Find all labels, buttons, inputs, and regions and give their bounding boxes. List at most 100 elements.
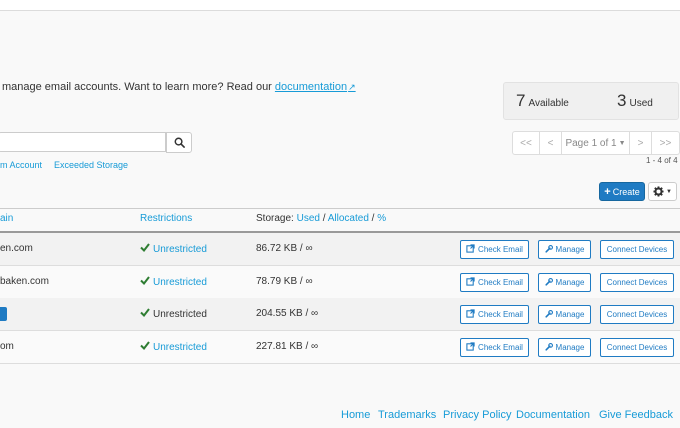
search-icon: [174, 137, 185, 148]
connect-devices-label: Connect Devices: [606, 343, 668, 352]
sort-storage-used[interactable]: Used: [297, 213, 320, 224]
storage-usage: 204.55 KB / ∞: [256, 308, 319, 319]
restriction-text: Unrestricted: [153, 308, 207, 320]
next-page-button[interactable]: >: [630, 132, 652, 154]
caret-down-icon: ▼: [618, 139, 626, 147]
check-icon: [140, 308, 150, 320]
storage-header-label: Storage:: [256, 213, 294, 224]
manage-button[interactable]: Manage: [538, 338, 591, 357]
restriction-status: Unrestricted: [140, 341, 207, 353]
check-email-button[interactable]: Check Email: [460, 338, 529, 357]
plus-icon: +: [604, 185, 611, 198]
check-email-label: Check Email: [478, 310, 523, 319]
available-count: 7: [516, 91, 526, 110]
manage-label: Manage: [555, 278, 585, 287]
check-icon: [140, 341, 150, 353]
first-page-button[interactable]: <<: [513, 132, 540, 154]
check-email-button[interactable]: Check Email: [460, 273, 529, 292]
intro-sentence: manage email accounts. Want to learn mor…: [2, 81, 272, 93]
filter-link-account[interactable]: m Account: [0, 160, 42, 170]
sort-storage-allocated[interactable]: Allocated: [328, 213, 369, 224]
last-page-button[interactable]: >>: [652, 132, 679, 154]
connect-devices-button[interactable]: Connect Devices: [600, 305, 674, 324]
intro-text: manage email accounts. Want to learn mor…: [2, 81, 356, 93]
restriction-link[interactable]: Unrestricted: [153, 342, 207, 353]
account-stats-panel: 7 Available 3 Used: [503, 82, 679, 120]
account-domain: en.com: [0, 243, 33, 254]
check-email-label: Check Email: [478, 245, 523, 254]
table-row: baken.com Unrestricted 78.79 KB / ∞ Chec…: [0, 266, 680, 299]
default-account-badge: [0, 307, 7, 321]
caret-down-icon: ▼: [666, 188, 672, 195]
footer-link-privacy-policy[interactable]: Privacy Policy: [443, 409, 511, 421]
external-link-icon: [466, 277, 475, 288]
used-label: Used: [629, 98, 653, 109]
connect-devices-label: Connect Devices: [606, 245, 668, 254]
account-domain: baken.com: [0, 276, 49, 287]
search-button[interactable]: [166, 132, 192, 153]
connect-devices-button[interactable]: Connect Devices: [600, 273, 674, 292]
search-input[interactable]: [0, 132, 166, 152]
connect-devices-label: Connect Devices: [606, 278, 668, 287]
used-count: 3: [617, 91, 627, 110]
restriction-status: Unrestricted: [140, 308, 207, 320]
column-header-storage: Storage: Used / Allocated / %: [256, 213, 386, 224]
documentation-link[interactable]: documentation↗: [275, 81, 356, 93]
available-label: Available: [528, 98, 569, 109]
create-label: Create: [612, 186, 640, 197]
wrench-icon: [544, 309, 553, 320]
column-header-domain[interactable]: ain: [0, 213, 13, 224]
stat-used: 3 Used: [617, 91, 653, 111]
table-row: en.com Unrestricted 86.72 KB / ∞ Check E…: [0, 233, 680, 266]
pagination: << < Page 1 of 1 ▼ > >>: [512, 131, 680, 155]
sort-storage-percent[interactable]: %: [377, 213, 386, 224]
table-top-border: [0, 208, 680, 209]
settings-dropdown-button[interactable]: ▼: [648, 182, 677, 201]
table-row: om Unrestricted 227.81 KB / ∞ Check Emai…: [0, 331, 680, 364]
external-link-icon: [466, 244, 475, 255]
prev-page-button[interactable]: <: [540, 132, 562, 154]
manage-label: Manage: [555, 310, 585, 319]
footer-link-trademarks[interactable]: Trademarks: [378, 409, 436, 421]
results-range: 1 - 4 of 4: [646, 156, 678, 165]
storage-usage: 78.79 KB / ∞: [256, 276, 313, 287]
restriction-status: Unrestricted: [140, 276, 207, 288]
footer-link-documentation[interactable]: Documentation: [516, 409, 590, 421]
restriction-link[interactable]: Unrestricted: [153, 244, 207, 255]
footer-link-home[interactable]: Home: [341, 409, 370, 421]
filter-link-exceeded-storage[interactable]: Exceeded Storage: [54, 160, 128, 170]
wrench-icon: [544, 277, 553, 288]
footer-link-give-feedback[interactable]: Give Feedback: [599, 409, 673, 421]
check-email-button[interactable]: Check Email: [460, 240, 529, 259]
column-header-restrictions[interactable]: Restrictions: [140, 213, 192, 224]
connect-devices-button[interactable]: Connect Devices: [600, 240, 674, 259]
account-domain: om: [0, 341, 14, 352]
check-email-label: Check Email: [478, 343, 523, 352]
manage-button[interactable]: Manage: [538, 273, 591, 292]
storage-usage: 227.81 KB / ∞: [256, 341, 319, 352]
page-label: Page 1 of 1: [565, 137, 617, 149]
manage-label: Manage: [555, 245, 585, 254]
manage-button[interactable]: Manage: [538, 305, 591, 324]
check-email-label: Check Email: [478, 278, 523, 287]
external-link-icon: [466, 342, 475, 353]
check-icon: [140, 243, 150, 255]
table-row: Unrestricted 204.55 KB / ∞ Check Email M…: [0, 298, 680, 331]
wrench-icon: [544, 342, 553, 353]
connect-devices-label: Connect Devices: [606, 310, 668, 319]
check-icon: [140, 276, 150, 288]
create-button[interactable]: + Create: [599, 182, 645, 201]
storage-usage: 86.72 KB / ∞: [256, 243, 313, 254]
top-bar: [0, 0, 680, 11]
connect-devices-button[interactable]: Connect Devices: [600, 338, 674, 357]
external-link-icon: [466, 309, 475, 320]
page-select[interactable]: Page 1 of 1 ▼: [562, 132, 630, 154]
check-email-button[interactable]: Check Email: [460, 305, 529, 324]
wrench-icon: [544, 244, 553, 255]
restriction-status: Unrestricted: [140, 243, 207, 255]
gear-icon: [653, 186, 664, 197]
manage-label: Manage: [555, 343, 585, 352]
manage-button[interactable]: Manage: [538, 240, 591, 259]
restriction-link[interactable]: Unrestricted: [153, 277, 207, 288]
header-separator: /: [322, 213, 326, 224]
